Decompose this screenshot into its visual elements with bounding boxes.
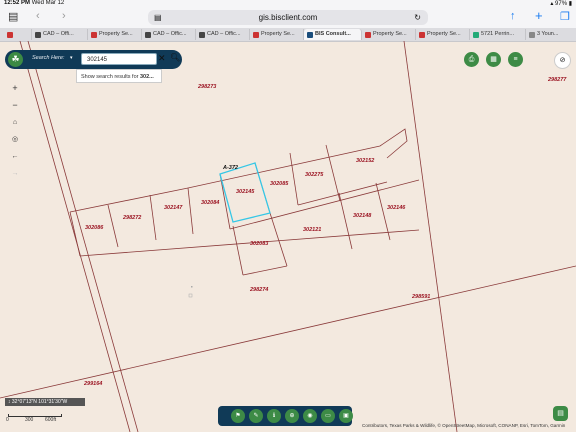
- parcel-label[interactable]: 302086: [85, 225, 103, 231]
- parcel-label-selected[interactable]: 302145: [236, 189, 254, 195]
- visibility-off-icon[interactable]: ⊘: [554, 52, 571, 69]
- search-bar: ☘ Search Here: ▾ 302145 ✕ 🔍︎: [5, 50, 182, 69]
- map-attribution: Contributors, Texas Parks & Wildlife, © …: [362, 423, 566, 428]
- sidebar-icon[interactable]: ▤: [8, 10, 18, 23]
- favicon-icon: [307, 32, 313, 38]
- address-bar[interactable]: ▤ gis.bisclient.com ↻: [148, 10, 428, 25]
- parcel-label[interactable]: 302121: [303, 227, 321, 233]
- back-extent-icon[interactable]: ←: [9, 151, 21, 163]
- layers-icon[interactable]: ≡: [508, 52, 523, 67]
- share-icon[interactable]: ↑: [510, 10, 516, 22]
- parcel-label[interactable]: 302083: [250, 241, 268, 247]
- parcel-lines: [0, 41, 576, 432]
- reader-icon[interactable]: ▤: [154, 10, 162, 25]
- select-icon[interactable]: ⊕: [285, 409, 299, 423]
- locate-icon[interactable]: ◎: [9, 134, 21, 146]
- map-tools-toolbar: ⚑ ✎ ℹ ⊕ ◉ ▭ ▣: [218, 406, 353, 426]
- measure-icon[interactable]: ▭: [321, 409, 335, 423]
- parcel-label[interactable]: 302084: [201, 200, 219, 206]
- search-type-dropdown-icon[interactable]: ▾: [70, 55, 73, 61]
- tab-item[interactable]: Property Se...: [362, 29, 416, 40]
- tab-item[interactable]: CAD – Offi...: [32, 29, 88, 40]
- favicon-icon: [145, 32, 151, 38]
- forward-extent-icon[interactable]: →: [9, 168, 21, 180]
- clear-icon[interactable]: ✕: [158, 53, 166, 64]
- favicon-icon: [7, 32, 13, 38]
- parcel-label[interactable]: 302152: [356, 158, 374, 164]
- coordinate-readout: ↕ 32°07'13"N 101°31'30"W: [5, 398, 85, 406]
- status-battery: ▴ 97% ▮: [550, 1, 572, 7]
- favicon-icon: [253, 32, 259, 38]
- tab-item[interactable]: Property Se...: [250, 29, 304, 40]
- back-icon[interactable]: ‹: [36, 10, 40, 22]
- scale-tick: 0: [6, 417, 9, 423]
- parcel-label[interactable]: 298591: [412, 294, 430, 300]
- favicon-icon: [473, 32, 479, 38]
- tab-bar: CAD – Offi... Property Se... CAD – Offic…: [0, 28, 576, 42]
- browser-toolbar: ▤ ‹ › ▤ gis.bisclient.com ↻ ↑ + ❐: [0, 8, 576, 28]
- buffer-icon[interactable]: ◉: [303, 409, 317, 423]
- parcel-label[interactable]: 298273: [198, 84, 216, 90]
- tabs-overview-icon[interactable]: ❐: [560, 10, 570, 23]
- abstract-label: A-372: [223, 165, 238, 171]
- search-input[interactable]: 302145: [81, 53, 157, 65]
- favicon-icon: [529, 32, 535, 38]
- favicon-icon: [365, 32, 371, 38]
- parcel-label[interactable]: 302085: [270, 181, 288, 187]
- parcel-label[interactable]: 302148: [353, 213, 371, 219]
- scale-tick: 600ft: [45, 417, 57, 423]
- parcel-label[interactable]: 298272: [123, 215, 141, 221]
- legend-icon[interactable]: ▤: [553, 406, 568, 421]
- tab-item[interactable]: 5721 Perrin...: [470, 29, 526, 40]
- export-icon[interactable]: ▣: [339, 409, 353, 423]
- new-tab-icon[interactable]: +: [535, 8, 543, 23]
- draw-icon[interactable]: ✎: [249, 409, 263, 423]
- parcel-label[interactable]: 302275: [305, 172, 323, 178]
- tab-item-active[interactable]: BIS Consult...: [304, 29, 362, 40]
- print-icon[interactable]: ⎙: [464, 52, 479, 67]
- tab-item[interactable]: 3 Youn...: [526, 29, 574, 40]
- map-canvas[interactable]: 298273 298277 302152 A-372 302275 302145…: [0, 41, 576, 432]
- favicon-icon: [35, 32, 41, 38]
- forward-icon[interactable]: ›: [62, 10, 66, 22]
- search-suggestion[interactable]: Show search results for 302...: [76, 69, 162, 83]
- zoom-in-icon[interactable]: +: [9, 82, 21, 94]
- parcel-label[interactable]: 298277: [548, 77, 566, 83]
- scale-tick: 300: [25, 417, 34, 423]
- reload-icon[interactable]: ↻: [414, 10, 421, 25]
- parcel-label[interactable]: 299164: [84, 381, 102, 387]
- tab-item[interactable]: CAD – Offic...: [196, 29, 250, 40]
- app-logo-icon[interactable]: ☘: [8, 52, 23, 67]
- tab-item[interactable]: Property Se...: [88, 29, 142, 40]
- identify-icon[interactable]: ℹ: [267, 409, 281, 423]
- favicon-icon: [91, 32, 97, 38]
- bookmark-icon[interactable]: ⚑: [231, 409, 245, 423]
- tab-item[interactable]: CAD – Offic...: [142, 29, 196, 40]
- parcel-label[interactable]: 302146: [387, 205, 405, 211]
- zoom-out-icon[interactable]: −: [9, 99, 21, 111]
- parcel-label[interactable]: 302147: [164, 205, 182, 211]
- favicon-icon: [199, 32, 205, 38]
- status-time: 12:52 PM Wed Mar 12: [4, 0, 65, 6]
- tab-item[interactable]: [4, 29, 32, 40]
- tab-item[interactable]: Property Se...: [416, 29, 470, 40]
- parcel-label[interactable]: 298274: [250, 287, 268, 293]
- url-text: gis.bisclient.com: [258, 13, 318, 22]
- search-label: Search Here:: [32, 55, 65, 61]
- search-icon[interactable]: 🔍︎: [170, 53, 180, 62]
- home-icon[interactable]: ⌂: [9, 117, 21, 129]
- ios-status-bar: 12:52 PM Wed Mar 12 ▴ 97% ▮: [0, 0, 576, 8]
- favicon-icon: [419, 32, 425, 38]
- basemap-grid-icon[interactable]: ▦: [486, 52, 501, 67]
